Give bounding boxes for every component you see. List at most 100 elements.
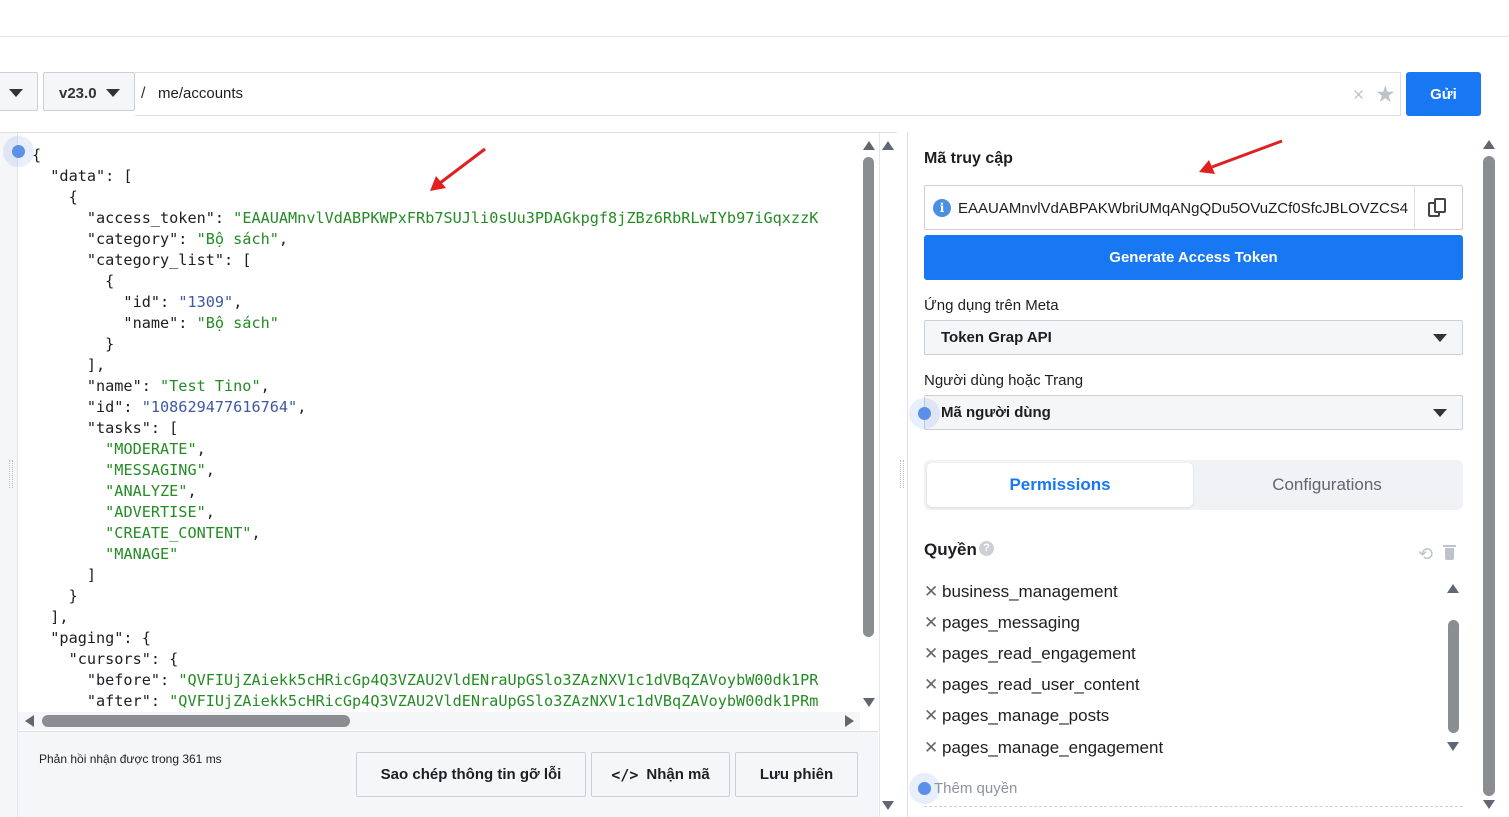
json-line: ] [32, 565, 858, 586]
json-string-value: "QVFIUjZAiekk5cHRicGp4Q3VZAU2VldENraUpGS… [169, 692, 819, 710]
scroll-left-icon[interactable] [25, 715, 34, 727]
scroll-right-icon[interactable] [845, 715, 854, 727]
copy-debug-info-button[interactable]: Sao chép thông tin gỡ lỗi [356, 752, 586, 797]
scroll-up-icon[interactable] [1447, 584, 1459, 593]
permissions-scroll-thumb[interactable] [1448, 620, 1459, 733]
graph-path-input[interactable]: / me/accounts × ★ [135, 72, 1401, 116]
json-line: "id": "108629477616764", [32, 397, 858, 418]
permission-name: pages_read_engagement [942, 643, 1136, 663]
panel-scrollbar[interactable] [879, 133, 897, 817]
permission-item: ✕ business_management [924, 576, 1444, 607]
json-line: "id": "1309", [32, 292, 858, 313]
permission-name: pages_read_user_content [942, 675, 1140, 695]
json-string-value: "Test Tino" [160, 377, 261, 395]
json-token: "tasks": [ [32, 419, 179, 437]
json-token: } [32, 587, 78, 605]
scroll-up-icon[interactable] [1483, 140, 1495, 149]
json-token: "category": [32, 230, 197, 248]
json-token: , [205, 461, 215, 479]
json-token: "after": [32, 692, 170, 710]
submit-button[interactable]: Gửi [1406, 72, 1481, 116]
json-line: ], [32, 607, 858, 628]
response-vertical-scroll-thumb[interactable] [863, 157, 874, 637]
json-string-value: "ANALYZE" [105, 482, 188, 500]
save-session-button[interactable]: Lưu phiên [735, 752, 858, 797]
star-icon[interactable]: ★ [1375, 81, 1396, 108]
access-token-value[interactable]: EAAUAMnvlVdABPAKWbriUMqANgQDu5OVuZCf0Sfc… [958, 200, 1410, 217]
json-string-value: "MESSAGING" [105, 461, 206, 479]
trash-icon[interactable] [1443, 545, 1456, 560]
sidebar-scroll-thumb[interactable] [1483, 156, 1495, 796]
response-horizontal-scroll-thumb[interactable] [42, 715, 350, 727]
json-line: "name": "Bộ sách" [32, 313, 858, 334]
json-string-value: "QVFIUjZAiekk5cHRicGp4Q3VZAU2VldENraUpGS… [178, 671, 819, 689]
panel-resize-handle[interactable] [898, 132, 908, 817]
http-method-dropdown[interactable] [0, 72, 38, 111]
json-response-viewer: { "data": [ { "access_token": "EAAUAMnvl… [32, 145, 858, 715]
remove-permission-icon[interactable]: ✕ [924, 738, 938, 758]
scroll-down-icon[interactable] [1447, 742, 1459, 751]
copy-icon[interactable] [1428, 198, 1448, 218]
json-string-value: "Bộ sách" [196, 314, 279, 332]
json-string-value: "MANAGE" [105, 545, 179, 563]
permissions-title: Quyền [924, 540, 977, 559]
generate-access-token-button[interactable]: Generate Access Token [924, 235, 1463, 280]
info-icon[interactable]: i [933, 199, 951, 217]
json-token: , [260, 377, 270, 395]
json-line: { [32, 271, 858, 292]
user-or-page-select[interactable]: Mã người dùng [924, 395, 1463, 430]
api-version-dropdown[interactable]: v23.0 [43, 72, 135, 111]
graph-path-value[interactable]: me/accounts [158, 85, 243, 102]
cursor-indicator [918, 782, 931, 795]
remove-permission-icon[interactable]: ✕ [924, 706, 938, 726]
json-number-value: "1309" [178, 293, 234, 311]
access-token-field[interactable]: i EAAUAMnvlVdABPAKWbriUMqANgQDu5OVuZCf0S… [924, 185, 1463, 230]
permission-item: ✕ pages_read_engagement [924, 638, 1444, 669]
scroll-up-icon[interactable] [882, 141, 894, 150]
remove-permission-icon[interactable]: ✕ [924, 582, 938, 602]
scroll-down-icon[interactable] [1483, 800, 1495, 809]
json-token: , [205, 503, 215, 521]
json-line: } [32, 334, 858, 355]
scroll-down-icon[interactable] [863, 698, 875, 707]
json-line: "before": "QVFIUjZAiekk5cHRicGp4Q3VZAU2V… [32, 670, 858, 691]
undo-icon[interactable]: ⟲ [1418, 544, 1433, 565]
json-line: "MESSAGING", [32, 460, 858, 481]
get-code-button[interactable]: </> Nhận mã [591, 752, 730, 797]
json-line: "cursors": { [32, 649, 858, 670]
add-permission-input[interactable]: Thêm quyền [934, 780, 1017, 797]
json-token: "paging": { [32, 629, 151, 647]
json-line: "category_list": [ [32, 250, 858, 271]
remove-permission-icon[interactable]: ✕ [924, 644, 938, 664]
code-icon: </> [611, 765, 639, 784]
tab-configurations[interactable]: Configurations [1194, 463, 1460, 507]
path-slash: / [141, 85, 146, 102]
remove-permission-icon[interactable]: ✕ [924, 675, 938, 695]
clear-icon[interactable]: × [1353, 85, 1364, 107]
tab-permissions[interactable]: Permissions [927, 463, 1193, 507]
meta-app-select[interactable]: Token Grap API [924, 320, 1463, 355]
cursor-indicator [12, 145, 25, 158]
api-version-label: v23.0 [59, 85, 97, 102]
permission-item: ✕ pages_manage_engagement [924, 732, 1444, 763]
permission-name: pages_manage_engagement [942, 737, 1164, 757]
save-session-label: Lưu phiên [759, 766, 834, 783]
json-token: "id": [32, 293, 179, 311]
response-footer: Phản hồi nhận được trong 361 ms Sao chép… [18, 731, 878, 817]
json-token: "name": [32, 377, 161, 395]
remove-permission-icon[interactable]: ✕ [924, 613, 938, 633]
json-token: } [32, 335, 115, 353]
scroll-down-icon[interactable] [882, 801, 894, 810]
permission-item: ✕ pages_messaging [924, 607, 1444, 638]
json-line: "ANALYZE", [32, 481, 858, 502]
get-code-label: Nhận mã [646, 766, 710, 783]
help-icon[interactable]: ? [979, 541, 994, 556]
response-time-text: Phản hồi nhận được trong 361 ms [39, 752, 222, 766]
scroll-up-icon[interactable] [863, 141, 875, 150]
meta-app-value: Token Grap API [941, 329, 1052, 346]
json-line: ], [32, 355, 858, 376]
